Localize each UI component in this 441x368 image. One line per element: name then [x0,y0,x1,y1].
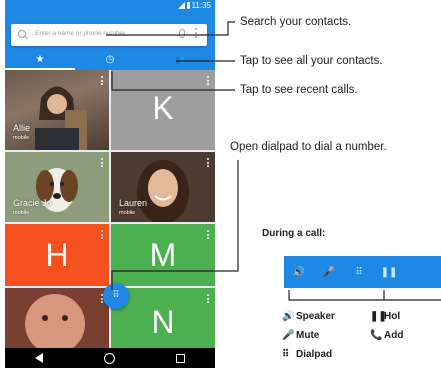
speaker-icon: 🔊 [282,311,295,322]
legend-speaker: 🔊 Speaker [282,311,335,322]
speaker-icon[interactable]: 🔊 [284,267,314,278]
during-call-title: During a call: [262,228,326,239]
add-call-icon: 📞 [370,330,383,341]
hold-icon[interactable]: ❚❚ [374,267,404,278]
in-call-controls: 🔊 🎤 ⠿ ❚❚ [284,256,441,288]
callout-recent-calls: Tap to see recent calls. [240,84,358,96]
legend-hold: ❚❚Hol [370,311,401,322]
legend-dialpad: ⠿ Dialpad [282,349,333,360]
legend-mute: 🎤 Mute [282,330,320,341]
dialpad-icon[interactable]: ⠿ [344,267,374,278]
hold-icon: ❚❚ [370,311,387,322]
dialpad-icon: ⠿ [282,349,290,360]
legend-add-call: 📞 Add [370,330,404,341]
mute-icon[interactable]: 🎤 [314,267,344,278]
mute-icon: 🎤 [282,330,295,341]
callout-dialpad: Open dialpad to dial a number. [230,141,387,153]
callout-all-contacts: Tap to see all your contacts. [240,55,383,67]
callout-search: Search your contacts. [240,16,352,28]
